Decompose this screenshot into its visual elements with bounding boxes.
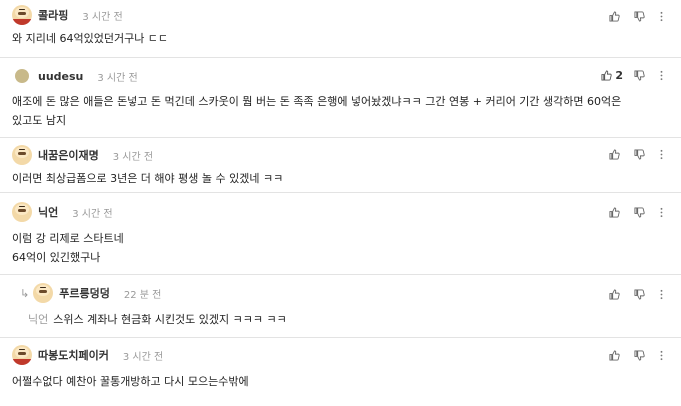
- comment-item: 콜라핑 3 시간 전 와 지리네 64억있었던거구나 ㄷㄷ: [0, 0, 681, 50]
- divider: [0, 337, 681, 338]
- more-menu-button[interactable]: [656, 207, 667, 218]
- like-button[interactable]: 2: [601, 69, 623, 82]
- comment-actions: [609, 146, 667, 162]
- comment-actions: 2: [601, 67, 667, 83]
- comment-item: 내꿈은이재명 3 시간 전 이러면 최상급폼으로 3년은 더 해야 평생 놀 수…: [0, 141, 681, 191]
- thumbs-down-icon: [634, 69, 645, 81]
- comment-author[interactable]: 따봉도치페이커: [38, 347, 109, 363]
- like-button[interactable]: [609, 148, 623, 160]
- more-vertical-icon: [660, 70, 663, 80]
- more-vertical-icon: [660, 289, 663, 299]
- comment-author[interactable]: 닉언: [38, 204, 58, 220]
- dislike-button[interactable]: [634, 349, 645, 361]
- avatar[interactable]: [33, 283, 54, 303]
- comment-time: 3 시간 전: [112, 151, 154, 163]
- thumbs-down-icon: [634, 288, 645, 300]
- comment-header: 따봉도치페이커 3 시간 전: [12, 344, 163, 366]
- dislike-button[interactable]: [634, 69, 645, 81]
- comment-time: 22 분 전: [123, 289, 162, 301]
- divider: [0, 192, 681, 193]
- comment-header: 내꿈은이재명 3 시간 전: [12, 144, 153, 166]
- thumbs-up-icon: [609, 148, 620, 160]
- like-count: 2: [615, 68, 623, 82]
- comment-header: uudesu 3 시간 전: [12, 65, 138, 87]
- more-vertical-icon: [660, 149, 663, 159]
- more-vertical-icon: [660, 350, 663, 360]
- comment-item: uudesu 3 시간 전 2 애조에 돈 많은 애들은 돈넣고 돈 먹긴데 스…: [0, 62, 681, 138]
- comment-item: 닉언 3 시간 전 이럼 강 리제로 스타트네 64억이 있긴했구나: [0, 196, 681, 270]
- comment-header: 콜라핑 3 시간 전: [12, 4, 123, 26]
- thumbs-up-icon: [609, 349, 620, 361]
- comment-author[interactable]: 푸르릉덩덩: [59, 285, 110, 301]
- comment-actions: [609, 286, 667, 302]
- comment-text: 이러면 최상급폼으로 3년은 더 해야 평생 놀 수 있겠네 ㅋㅋ: [12, 172, 284, 185]
- comment-author[interactable]: 콜라핑: [38, 7, 68, 23]
- divider: [0, 274, 681, 275]
- more-menu-button[interactable]: [656, 350, 667, 361]
- thumbs-up-icon: [601, 69, 612, 81]
- more-vertical-icon: [660, 207, 663, 217]
- avatar[interactable]: [12, 345, 32, 365]
- like-button[interactable]: [609, 10, 623, 22]
- comment-time: 3 시간 전: [72, 208, 113, 220]
- comment-author[interactable]: 내꿈은이재명: [38, 147, 99, 163]
- comment-text: 어쩔수없다 예찬아 꿀통개방하고 다시 모으는수밖에: [12, 375, 249, 388]
- thumbs-up-icon: [609, 10, 620, 22]
- avatar[interactable]: [12, 202, 32, 222]
- divider: [0, 57, 681, 58]
- comment-text: 애조에 돈 많은 애들은 돈넣고 돈 먹긴데 스카웃이 뭠 버는 돈 족족 은행…: [12, 95, 622, 127]
- comment-text: 스위스 계좌나 현금화 시킨것도 있겠지 ㅋㅋㅋ ㅋㅋ: [53, 313, 287, 326]
- reply-mention[interactable]: 닉언: [28, 313, 48, 326]
- dislike-button[interactable]: [634, 10, 645, 22]
- dislike-button[interactable]: [634, 148, 645, 160]
- more-menu-button[interactable]: [656, 70, 667, 81]
- avatar[interactable]: [15, 69, 29, 83]
- more-vertical-icon: [660, 11, 663, 21]
- comment-actions: [609, 8, 667, 24]
- comment-author[interactable]: uudesu: [38, 70, 83, 83]
- comment-text-row: 닉언 스위스 계좌나 현금화 시킨것도 있겠지 ㅋㅋㅋ ㅋㅋ: [28, 310, 668, 329]
- comment-list: 콜라핑 3 시간 전 와 지리네 64억있었던거구나 ㄷㄷ uudesu 3 시…: [0, 0, 681, 406]
- comment-actions: [609, 347, 667, 363]
- comment-item: 따봉도치페이커 3 시간 전 어쩔수없다 예찬아 꿀통개방하고 다시 모으는수밖…: [0, 341, 681, 401]
- thumbs-down-icon: [634, 148, 645, 160]
- like-button[interactable]: [609, 206, 623, 218]
- comment-header: ↳ 푸르릉덩덩 22 분 전: [20, 282, 161, 304]
- thumbs-up-icon: [609, 206, 620, 218]
- comment-time: 3 시간 전: [122, 351, 164, 363]
- comment-time: 3 시간 전: [97, 72, 138, 84]
- reply-arrow-icon: ↳: [20, 286, 30, 300]
- more-menu-button[interactable]: [656, 11, 667, 22]
- comment-actions: [609, 204, 667, 220]
- comment-text: 이럼 강 리제로 스타트네 64억이 있긴했구나: [12, 232, 124, 264]
- more-menu-button[interactable]: [656, 149, 667, 160]
- dislike-button[interactable]: [634, 288, 645, 300]
- comment-text: 와 지리네 64억있었던거구나 ㄷㄷ: [12, 32, 169, 45]
- thumbs-up-icon: [609, 288, 620, 300]
- reply-item: ↳ 푸르릉덩덩 22 분 전 닉언 스위스 계좌나 현금화 시킨것도 있겠지 ㅋㅋ…: [0, 278, 681, 336]
- comment-time: 3 시간 전: [82, 11, 123, 23]
- like-button[interactable]: [609, 288, 623, 300]
- divider: [0, 137, 681, 138]
- thumbs-down-icon: [634, 10, 645, 22]
- like-button[interactable]: [609, 349, 623, 361]
- comment-header: 닉언 3 시간 전: [12, 201, 113, 223]
- avatar[interactable]: [12, 145, 32, 165]
- dislike-button[interactable]: [634, 206, 645, 218]
- avatar[interactable]: [12, 5, 32, 25]
- thumbs-down-icon: [634, 206, 645, 218]
- thumbs-down-icon: [634, 349, 645, 361]
- more-menu-button[interactable]: [656, 289, 667, 300]
